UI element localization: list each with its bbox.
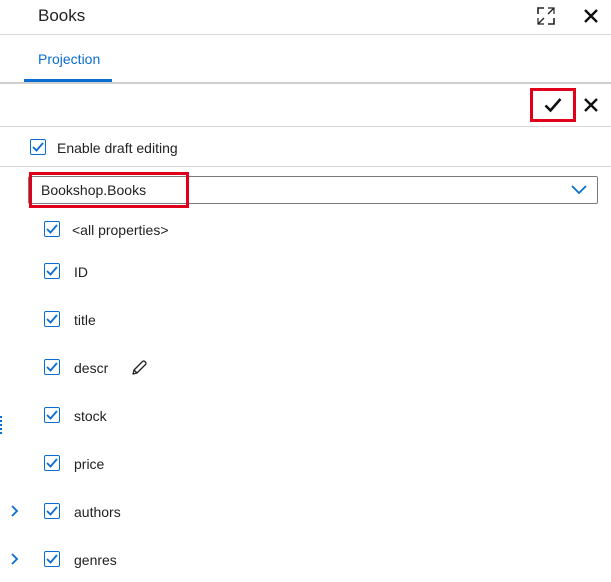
checkmark-icon — [46, 314, 58, 324]
checkmark-icon — [46, 266, 58, 276]
tab-projection[interactable]: Projection — [38, 51, 100, 67]
property-label: stock — [74, 408, 107, 424]
checkmark-icon — [46, 506, 58, 516]
property-checkbox[interactable] — [44, 311, 60, 327]
close-icon — [584, 9, 598, 23]
checkmark-icon — [544, 98, 562, 113]
property-checkbox[interactable] — [44, 221, 60, 237]
chevron-right-icon[interactable] — [10, 505, 20, 517]
property-checkbox[interactable] — [44, 503, 60, 519]
chevron-down-icon — [571, 185, 587, 195]
property-checkbox[interactable] — [44, 551, 60, 567]
pencil-icon[interactable] — [130, 359, 148, 377]
cancel-button[interactable] — [579, 93, 603, 117]
property-row-stock: stock — [0, 403, 611, 427]
fullscreen-button[interactable] — [534, 4, 558, 28]
property-label: descr — [74, 360, 109, 376]
checkmark-icon — [46, 224, 58, 234]
entity-select-value: Bookshop.Books — [41, 182, 147, 198]
property-label: price — [74, 456, 105, 472]
property-label: <all properties> — [72, 222, 169, 238]
close-icon — [584, 98, 598, 112]
checkmark-icon — [46, 458, 58, 468]
checkmark-icon — [46, 410, 58, 420]
property-label: ID — [74, 264, 88, 280]
chevron-right-icon[interactable] — [10, 553, 20, 565]
property-label: authors — [74, 504, 121, 520]
property-row-authors: authors — [0, 499, 611, 523]
property-row-all: <all properties> — [0, 217, 611, 241]
property-checkbox[interactable] — [44, 263, 60, 279]
divider — [0, 166, 611, 167]
divider — [0, 126, 611, 127]
expand-icon — [537, 7, 555, 25]
draft-editing-checkbox[interactable] — [30, 139, 46, 155]
resize-handle[interactable] — [0, 416, 4, 434]
entity-select-highlight: Bookshop.Books — [29, 172, 189, 208]
property-row-id: ID — [0, 259, 611, 283]
panel-title: Books — [38, 6, 86, 25]
property-row-price: price — [0, 451, 611, 475]
property-label: genres — [74, 552, 117, 568]
close-panel-button[interactable] — [579, 4, 603, 28]
confirm-button[interactable] — [530, 88, 576, 122]
draft-editing-label: Enable draft editing — [57, 140, 178, 156]
tab-bar-divider — [0, 82, 611, 84]
checkmark-icon — [32, 142, 44, 152]
property-checkbox[interactable] — [44, 359, 60, 375]
property-label: title — [74, 312, 96, 328]
property-row-genres: genres — [0, 547, 611, 571]
property-row-descr: descr — [0, 355, 611, 379]
property-checkbox[interactable] — [44, 407, 60, 423]
checkmark-icon — [46, 362, 58, 372]
property-row-title: title — [0, 307, 611, 331]
property-checkbox[interactable] — [44, 455, 60, 471]
checkmark-icon — [46, 554, 58, 564]
divider — [0, 34, 611, 35]
